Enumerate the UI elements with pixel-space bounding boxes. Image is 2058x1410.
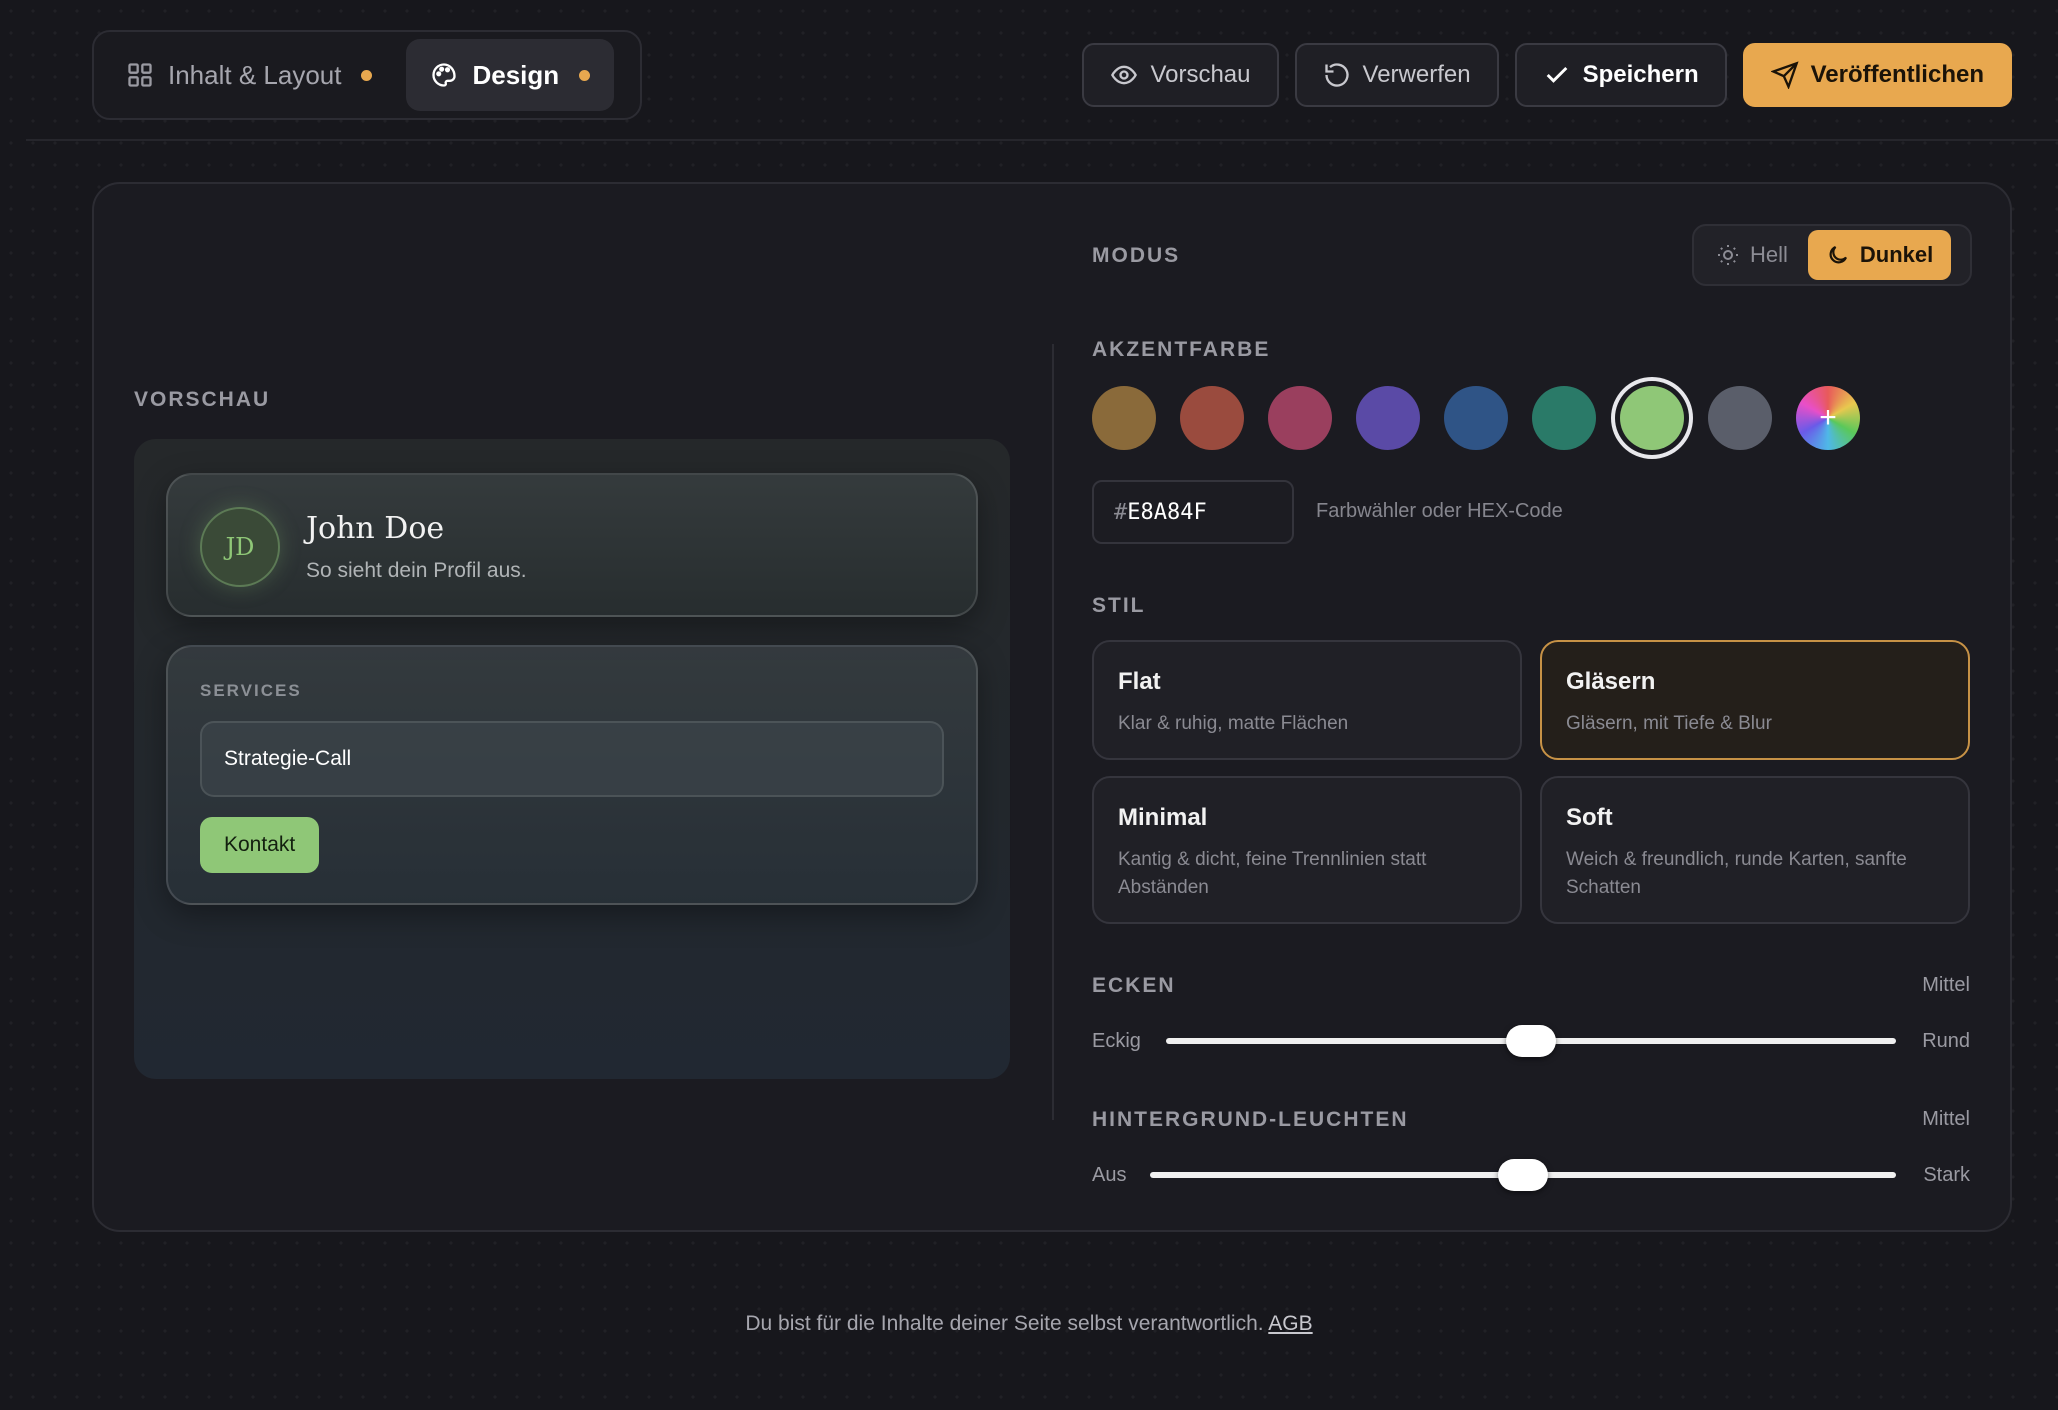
swatch-color-6[interactable] xyxy=(1532,386,1596,450)
corners-value: Mittel xyxy=(1922,974,1970,996)
style-label: STIL xyxy=(1092,594,1146,617)
tab-label: Inhalt & Layout xyxy=(168,59,342,90)
unsaved-dot xyxy=(361,69,373,81)
discard-label: Verwerfen xyxy=(1362,61,1471,88)
corners-label: ECKEN xyxy=(1092,974,1176,997)
save-button[interactable]: Speichern xyxy=(1514,43,1727,107)
glow-slider-thumb[interactable] xyxy=(1498,1159,1548,1191)
discard-button[interactable]: Verwerfen xyxy=(1294,43,1499,107)
mode-toggle: Hell Dunkel xyxy=(1692,224,1972,286)
swatch-color-5[interactable] xyxy=(1444,386,1508,450)
top-bar: Inhalt & Layout Design Vorschau Verwerfe… xyxy=(0,0,2058,141)
style-title: Minimal xyxy=(1118,804,1208,831)
mode-light-option[interactable]: Hell xyxy=(1698,230,1806,280)
corners-max-label: Rund xyxy=(1922,1030,1970,1052)
mode-dark-label: Dunkel xyxy=(1859,242,1934,267)
palette-icon xyxy=(432,63,457,87)
style-option-minimal[interactable]: Minimal Kantig & dicht, feine Trennlinie… xyxy=(1092,776,1522,924)
publish-label: Veröffentlichen xyxy=(1810,61,1984,88)
preview-area: JD John Doe So sieht dein Profil aus. SE… xyxy=(134,439,1010,1079)
accent-label: AKZENTFARBE xyxy=(1092,338,1271,361)
hex-input[interactable]: # E8A84F xyxy=(1092,480,1294,544)
service-item: Strategie-Call xyxy=(200,721,944,797)
style-title: Flat xyxy=(1118,668,1161,695)
footer: Du bist für die Inhalte deiner Seite sel… xyxy=(0,1312,2058,1336)
topbar-divider xyxy=(26,139,2058,141)
style-desc: Klar & ruhig, matte Flächen xyxy=(1118,713,1349,734)
swatch-color-8[interactable] xyxy=(1708,386,1772,450)
check-icon xyxy=(1546,66,1567,83)
undo-icon xyxy=(1324,63,1349,87)
services-card: SERVICES Strategie-Call Kontakt xyxy=(166,645,978,905)
glow-max-label: Stark xyxy=(1923,1164,1970,1186)
style-title: Gläsern xyxy=(1566,668,1656,695)
action-buttons: Vorschau Verwerfen Speichern Veröffentli… xyxy=(1082,43,2012,107)
tab-label: Design xyxy=(472,59,560,90)
style-option-soft[interactable]: Soft Weich & freundlich, runde Karten, s… xyxy=(1540,776,1970,924)
hex-prefix: # xyxy=(1114,499,1128,525)
glow-value: Mittel xyxy=(1922,1108,1970,1130)
preview-label: Vorschau xyxy=(1150,61,1251,88)
glow-min-label: Aus xyxy=(1092,1164,1127,1186)
design-panel: VORSCHAU JD John Doe So sieht dein Profi… xyxy=(92,182,2012,1232)
preview-button[interactable]: Vorschau xyxy=(1082,43,1279,107)
tab-content-layout[interactable]: Inhalt & Layout xyxy=(102,39,396,111)
corners-slider-thumb[interactable] xyxy=(1506,1025,1556,1057)
hex-value: E8A84F xyxy=(1127,499,1207,525)
swatch-color-3[interactable] xyxy=(1268,386,1332,450)
glow-label: HINTERGRUND-LEUCHTEN xyxy=(1092,1108,1409,1131)
publish-button[interactable]: Veröffentlichen xyxy=(1742,43,2012,107)
style-option-flat[interactable]: Flat Klar & ruhig, matte Flächen xyxy=(1092,640,1522,760)
save-label: Speichern xyxy=(1582,61,1699,88)
sun-icon xyxy=(1718,245,1738,265)
send-icon xyxy=(1770,61,1799,89)
contact-button: Kontakt xyxy=(200,817,320,873)
column-divider xyxy=(1052,344,1054,1120)
profile-card: JD John Doe So sieht dein Profil aus. xyxy=(166,473,978,617)
hex-hint: Farbwähler oder HEX-Code xyxy=(1316,500,1563,522)
eye-icon xyxy=(1111,65,1138,85)
profile-name: John Doe xyxy=(306,511,445,546)
swatch-color-2[interactable] xyxy=(1180,386,1244,450)
style-desc: Gläsern, mit Tiefe & Blur xyxy=(1566,713,1772,734)
editor-tabs: Inhalt & Layout Design xyxy=(92,30,642,120)
unsaved-dot xyxy=(579,69,591,81)
preview-section-label: VORSCHAU xyxy=(134,388,271,411)
grid-icon xyxy=(128,63,152,87)
mode-dark-option[interactable]: Dunkel xyxy=(1807,230,1952,280)
terms-link[interactable]: AGB xyxy=(1268,1312,1312,1335)
plus-icon: + xyxy=(1819,401,1837,434)
avatar: JD xyxy=(200,507,280,587)
corners-min-label: Eckig xyxy=(1092,1030,1141,1052)
mode-light-label: Hell xyxy=(1750,242,1788,267)
style-desc: Weich & freundlich, runde Karten, sanfte… xyxy=(1566,849,1907,898)
custom-color-button[interactable]: + xyxy=(1796,386,1860,450)
style-desc: Kantig & dicht, feine Trennlinien statt … xyxy=(1118,849,1427,898)
footer-text: Du bist für die Inhalte deiner Seite sel… xyxy=(745,1312,1264,1335)
moon-icon xyxy=(1829,245,1847,264)
swatch-color-4[interactable] xyxy=(1356,386,1420,450)
services-label: SERVICES xyxy=(200,681,302,700)
profile-subtitle: So sieht dein Profil aus. xyxy=(306,559,527,582)
mode-label: MODUS xyxy=(1092,244,1181,267)
style-option-glass[interactable]: Gläsern Gläsern, mit Tiefe & Blur xyxy=(1540,640,1970,760)
tab-design[interactable]: Design xyxy=(406,39,615,111)
style-title: Soft xyxy=(1566,804,1613,831)
swatch-color-7[interactable] xyxy=(1620,386,1684,450)
swatch-color-1[interactable] xyxy=(1092,386,1156,450)
